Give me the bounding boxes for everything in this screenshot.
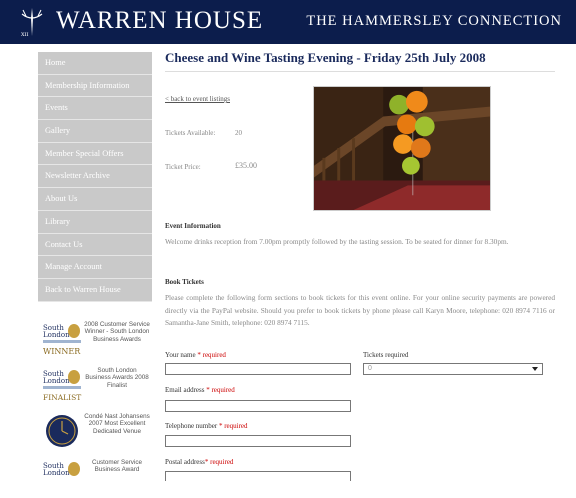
postal-address-label: Postal address* required <box>165 458 233 466</box>
ticket-price-label: Ticket Price: <box>165 163 201 171</box>
tickets-required-select[interactable]: 0 <box>363 363 543 375</box>
sidebar-item-events[interactable]: Events <box>38 97 152 121</box>
required-marker: * required <box>206 386 235 394</box>
sidebar-item-manage-account[interactable]: Manage Account <box>38 256 152 279</box>
event-information-text: Welcome drinks reception from 7.00pm pro… <box>165 237 509 246</box>
your-name-input[interactable] <box>165 363 351 375</box>
johansens-clock-seal-icon <box>46 414 78 447</box>
dropdown-arrow-icon <box>532 367 538 371</box>
book-tickets-heading: Book Tickets <box>165 278 204 286</box>
award-text: South London Business Awards 2008 Finali… <box>85 366 149 389</box>
sidebar-item-contact-us[interactable]: Contact Us <box>38 233 152 257</box>
your-name-label: Your name * required <box>165 351 226 359</box>
sidebar-nav: Home Membership Information Events Galle… <box>38 52 152 498</box>
back-link-text[interactable]: < back to event listings <box>165 95 230 103</box>
sidebar-item-gallery[interactable]: Gallery <box>38 120 152 143</box>
tickets-required-value: 0 <box>368 365 372 372</box>
svg-text:London: London <box>43 469 70 477</box>
sidebar-item-home[interactable]: Home <box>38 52 152 75</box>
svg-text:London: London <box>43 377 70 385</box>
your-name-label-text: Your name <box>165 351 196 359</box>
svg-text:FINALIST: FINALIST <box>43 393 81 402</box>
award-block: South London FINALIST South London Busin… <box>38 366 152 406</box>
south-london-winner-logo-icon: South London WINNER <box>43 323 81 356</box>
site-header: XII WARREN HOUSE THE HAMMERSLEY CONNECTI… <box>0 0 576 44</box>
book-tickets-text: Please complete the following form secti… <box>165 293 555 327</box>
award-text: 2008 Customer Service Winner - South Lon… <box>84 320 150 343</box>
sidebar-item-member-special-offers[interactable]: Member Special Offers <box>38 142 152 166</box>
telephone-number-label-text: Telephone number <box>165 422 218 430</box>
sidebar-item-membership-information[interactable]: Membership Information <box>38 74 152 98</box>
award-text: Condé Nast Johansens 2007 Most Excellent… <box>84 412 150 435</box>
telephone-number-label: Telephone number * required <box>165 422 248 430</box>
required-marker: * required <box>204 458 234 466</box>
page-title: Cheese and Wine Tasting Evening - Friday… <box>165 50 555 72</box>
award-block: South London WINNER 2008 Customer Servic… <box>38 320 152 360</box>
site-title[interactable]: WARREN HOUSE <box>56 7 263 35</box>
email-address-label-text: Email address <box>165 386 205 394</box>
tickets-available-label: Tickets Available: <box>165 129 216 137</box>
site-subtitle: THE HAMMERSLEY CONNECTION <box>306 13 562 29</box>
ticket-price-value: £35.00 <box>235 161 257 170</box>
required-marker: * required <box>197 351 226 359</box>
telephone-number-input[interactable] <box>165 435 351 447</box>
required-marker: * required <box>218 422 248 430</box>
sidebar-item-about-us[interactable]: About Us <box>38 188 152 211</box>
postal-address-input[interactable] <box>165 471 351 481</box>
main-content: Cheese and Wine Tasting Evening - Friday… <box>165 50 555 481</box>
svg-text:WINNER: WINNER <box>43 347 81 356</box>
award-text: Customer Service Business Award <box>91 458 143 474</box>
email-address-input[interactable] <box>165 400 351 412</box>
tickets-available-value: 20 <box>235 129 242 137</box>
postal-address-label-text: Postal address <box>165 458 205 466</box>
award-block: South London Customer Service Business A… <box>38 458 152 498</box>
email-address-label: Email address * required <box>165 386 235 394</box>
event-information-heading: Event Information <box>165 222 221 230</box>
award-block: Condé Nast Johansens 2007 Most Excellent… <box>38 412 152 452</box>
back-to-event-listings-link[interactable]: < back to event listings <box>165 95 230 103</box>
south-london-award-logo-icon: South London <box>43 461 80 477</box>
south-london-finalist-logo-icon: South London FINALIST <box>43 369 81 402</box>
tickets-required-label: Tickets required <box>363 351 409 359</box>
sidebar-item-back-to-warren-house[interactable]: Back to Warren House <box>38 278 152 302</box>
svg-text:London: London <box>43 331 70 339</box>
balloons-on-staircase-photo <box>313 86 491 211</box>
warren-house-crest-icon: XII <box>21 8 43 38</box>
svg-text:XII: XII <box>21 32 29 38</box>
sidebar-item-newsletter-archive[interactable]: Newsletter Archive <box>38 165 152 189</box>
sidebar-item-library[interactable]: Library <box>38 210 152 234</box>
